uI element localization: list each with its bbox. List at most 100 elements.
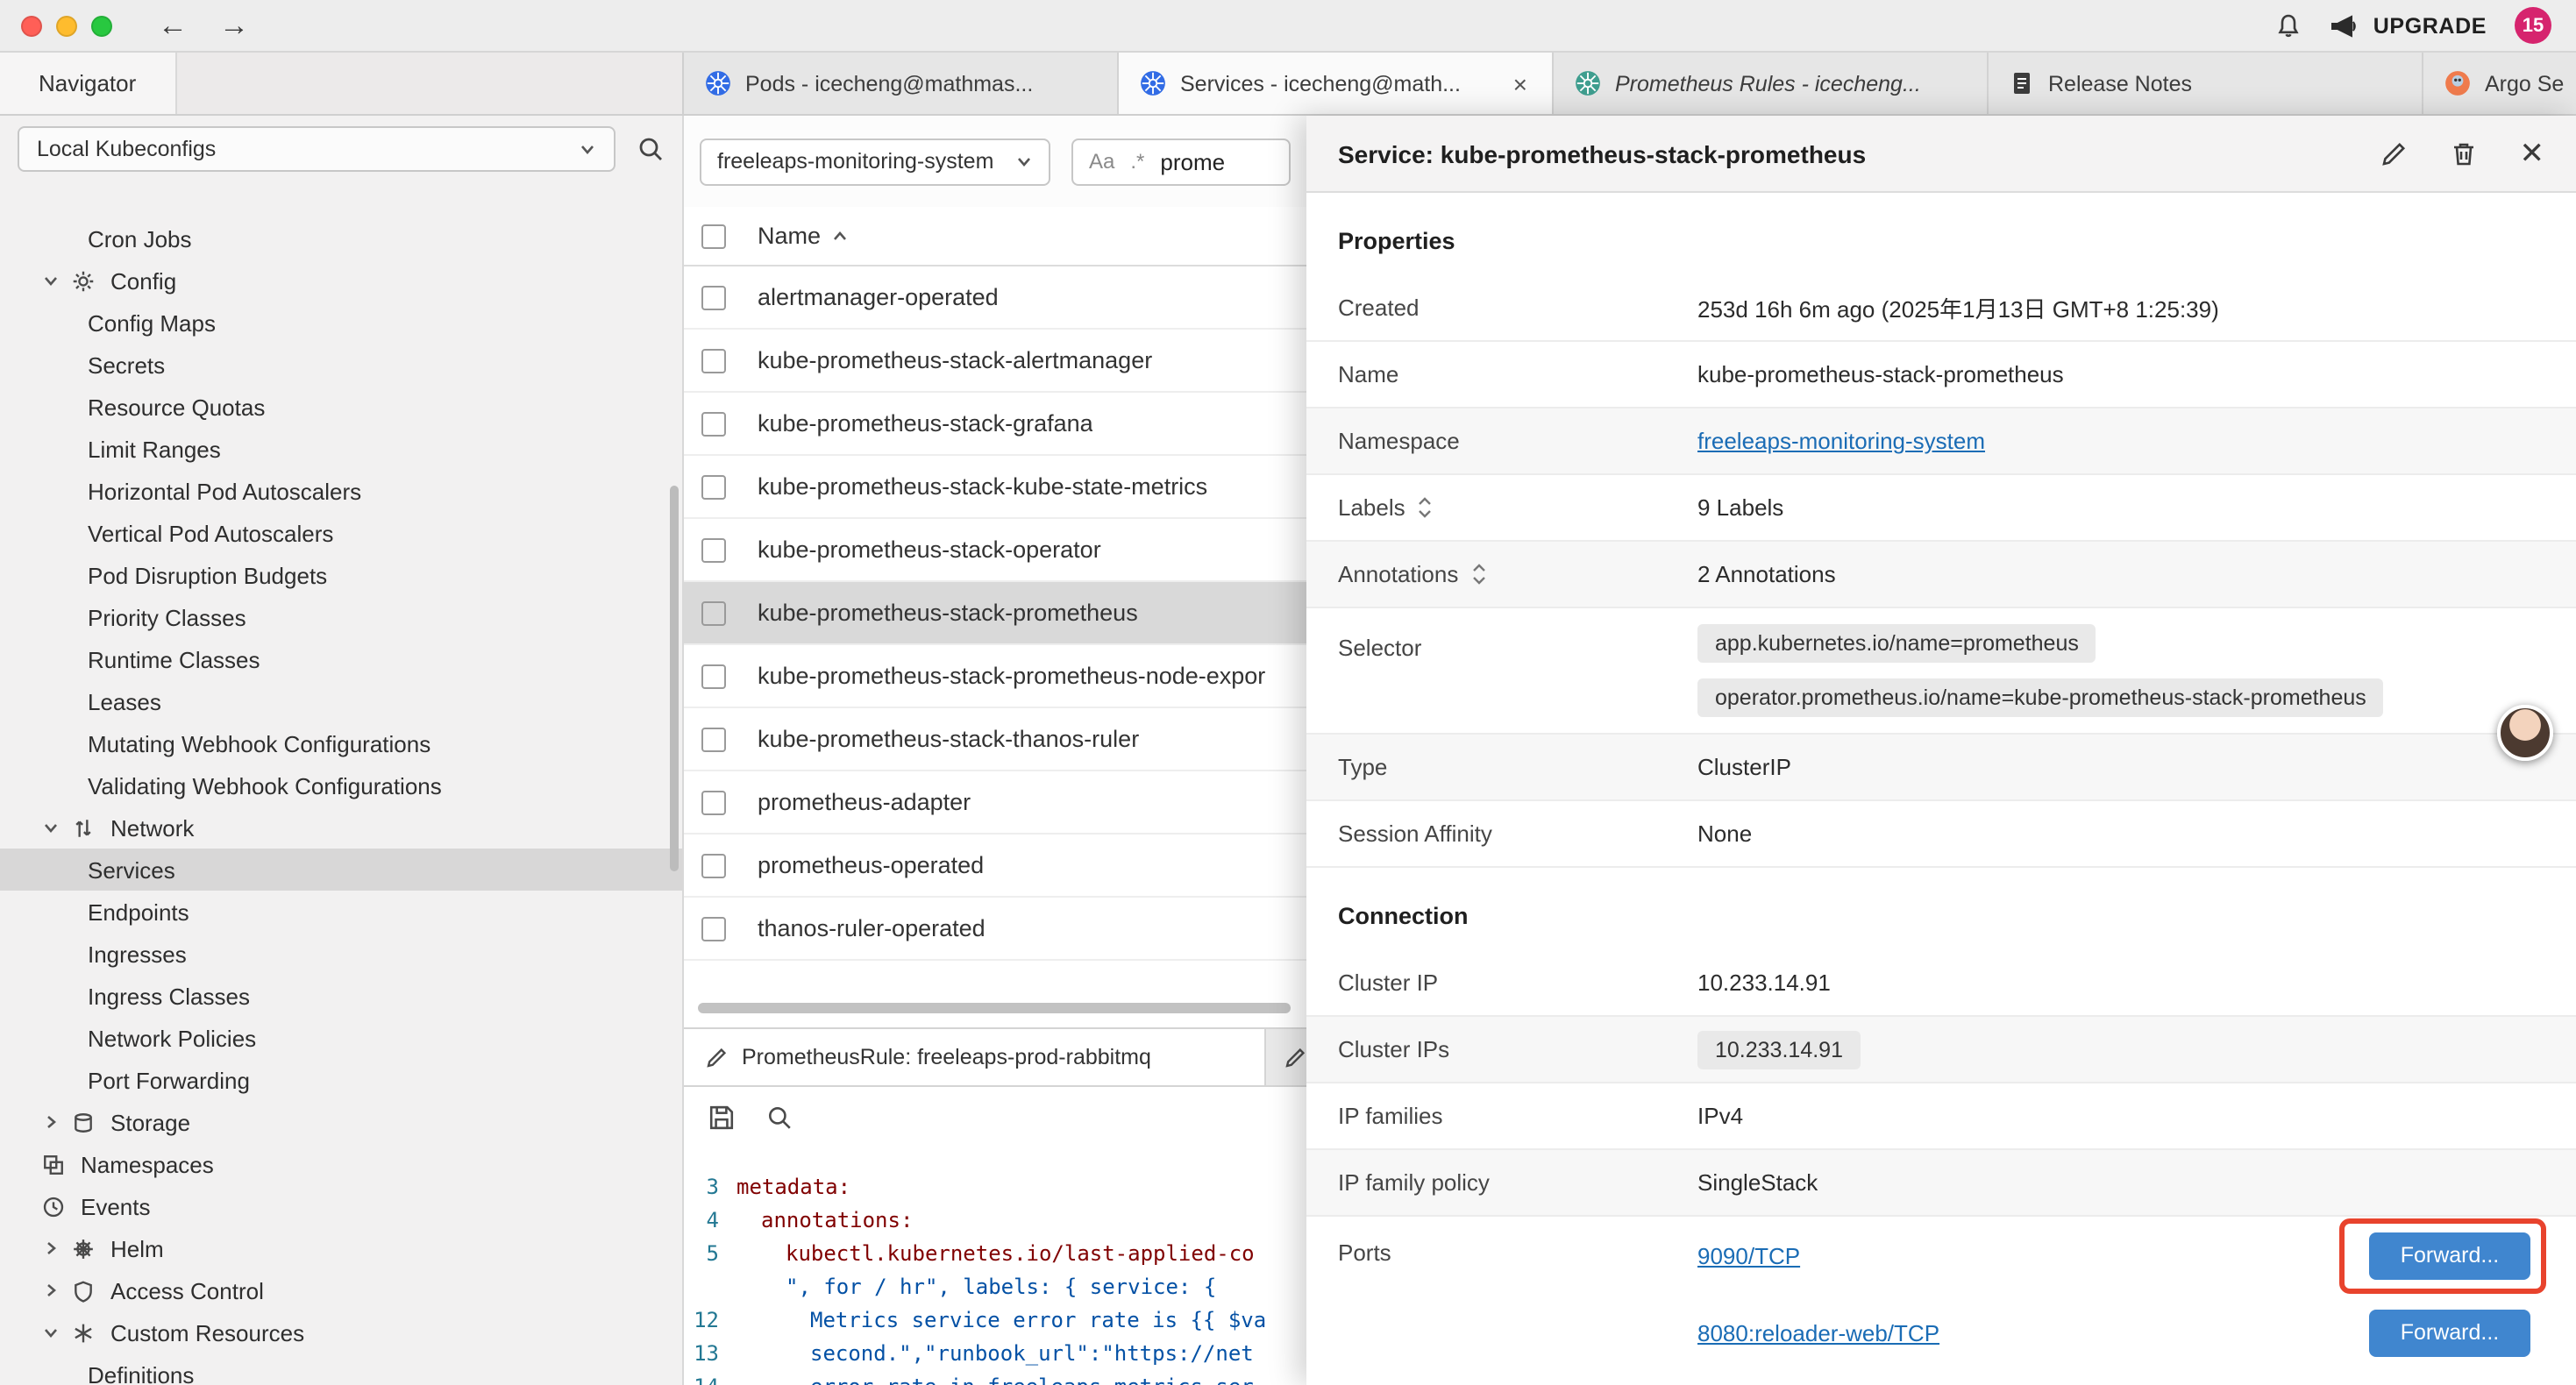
- minimize-window-button[interactable]: [56, 15, 77, 36]
- sidebar-item-access-control[interactable]: Access Control: [0, 1269, 682, 1311]
- search-icon[interactable]: [637, 135, 665, 163]
- checkbox[interactable]: [701, 727, 726, 751]
- tab-argo[interactable]: Argo Se: [2423, 53, 2576, 114]
- chevron-down-icon[interactable]: [42, 1324, 60, 1341]
- table-row[interactable]: kube-prometheus-stack-kube-state-metrics: [684, 456, 1306, 519]
- labels-count[interactable]: 9 Labels: [1697, 494, 1783, 521]
- sidebar-item-secrets[interactable]: Secrets: [0, 344, 682, 386]
- checkbox[interactable]: [701, 474, 726, 499]
- horizontal-scrollbar[interactable]: [698, 1003, 1291, 1013]
- sidebar-item-horizontal-pod-autoscalers[interactable]: Horizontal Pod Autoscalers: [0, 470, 682, 512]
- delete-button[interactable]: [2450, 139, 2478, 167]
- sidebar-item-runtime-classes[interactable]: Runtime Classes: [0, 638, 682, 680]
- checkbox[interactable]: [701, 537, 726, 562]
- sidebar-item-leases[interactable]: Leases: [0, 680, 682, 722]
- chevron-right-icon[interactable]: [42, 1282, 60, 1299]
- service-name: kube-prometheus-stack-prometheus-node-ex…: [758, 663, 1265, 689]
- close-window-button[interactable]: [21, 15, 42, 36]
- table-row[interactable]: prometheus-adapter: [684, 771, 1306, 835]
- line-number: 4: [684, 1204, 737, 1238]
- table-row[interactable]: kube-prometheus-stack-thanos-ruler: [684, 708, 1306, 771]
- sidebar-item-cron-jobs[interactable]: Cron Jobs: [0, 217, 682, 259]
- sidebar-item-vertical-pod-autoscalers[interactable]: Vertical Pod Autoscalers: [0, 512, 682, 554]
- dock-tab-partial[interactable]: [1266, 1029, 1306, 1085]
- sidebar-item-endpoints[interactable]: Endpoints: [0, 891, 682, 933]
- sidebar-item-config[interactable]: Config: [0, 259, 682, 302]
- sidebar-item-port-forwarding[interactable]: Port Forwarding: [0, 1059, 682, 1101]
- table-row[interactable]: kube-prometheus-stack-grafana: [684, 393, 1306, 456]
- regex-toggle[interactable]: .*: [1130, 149, 1144, 174]
- chevron-down-icon[interactable]: [42, 819, 60, 836]
- namespace-link[interactable]: freeleaps-monitoring-system: [1697, 428, 1985, 454]
- forward-icon[interactable]: →: [219, 11, 249, 40]
- close-icon[interactable]: ×: [1510, 69, 1531, 97]
- sidebar-item-limit-ranges[interactable]: Limit Ranges: [0, 428, 682, 470]
- table-row-selected[interactable]: kube-prometheus-stack-prometheus: [684, 582, 1306, 645]
- checkbox[interactable]: [701, 600, 726, 625]
- yaml-editor[interactable]: 3metadata: 4annotations: 5kubectl.kubern…: [684, 1147, 1306, 1385]
- sidebar-item-ingress-classes[interactable]: Ingress Classes: [0, 975, 682, 1017]
- chevron-right-icon[interactable]: [42, 1113, 60, 1131]
- table-row[interactable]: alertmanager-operated: [684, 266, 1306, 330]
- sidebar-item-events[interactable]: Events: [0, 1185, 682, 1227]
- table-row[interactable]: kube-prometheus-stack-alertmanager: [684, 330, 1306, 393]
- sidebar-item-helm[interactable]: Helm: [0, 1227, 682, 1269]
- sidebar-item-network[interactable]: Network: [0, 806, 682, 849]
- table-row[interactable]: prometheus-operated: [684, 835, 1306, 898]
- search-icon[interactable]: [766, 1104, 793, 1130]
- edit-button[interactable]: [2380, 139, 2408, 167]
- sidebar-item-validating-webhook-configurations[interactable]: Validating Webhook Configurations: [0, 764, 682, 806]
- name-column-header[interactable]: Name: [758, 223, 821, 249]
- sidebar-item-storage[interactable]: Storage: [0, 1101, 682, 1143]
- kubeconfig-select[interactable]: Local Kubeconfigs: [18, 126, 616, 172]
- port-link[interactable]: 9090/TCP: [1697, 1242, 1800, 1268]
- sidebar-item-priority-classes[interactable]: Priority Classes: [0, 596, 682, 638]
- table-row[interactable]: kube-prometheus-stack-operator: [684, 519, 1306, 582]
- sidebar-item-services[interactable]: Services: [0, 849, 682, 891]
- close-button[interactable]: ✕: [2520, 138, 2545, 168]
- tab-pods[interactable]: Pods - icecheng@mathmas...: [684, 53, 1119, 114]
- sidebar-item-namespaces[interactable]: Namespaces: [0, 1143, 682, 1185]
- zoom-window-button[interactable]: [91, 15, 112, 36]
- back-icon[interactable]: ←: [158, 11, 188, 40]
- chevron-right-icon[interactable]: [42, 1239, 60, 1257]
- tab-release-notes[interactable]: Release Notes: [1989, 53, 2423, 114]
- save-icon[interactable]: [708, 1104, 735, 1130]
- search-input[interactable]: Aa .* prome: [1071, 138, 1291, 185]
- checkbox[interactable]: [701, 916, 726, 941]
- checkbox[interactable]: [701, 664, 726, 688]
- expand-updown-icon[interactable]: [1470, 563, 1486, 586]
- checkbox[interactable]: [701, 348, 726, 373]
- sidebar-item-pod-disruption-budgets[interactable]: Pod Disruption Budgets: [0, 554, 682, 596]
- table-row[interactable]: kube-prometheus-stack-prometheus-node-ex…: [684, 645, 1306, 708]
- tab-prometheus-rules[interactable]: Prometheus Rules - icecheng...: [1554, 53, 1989, 114]
- forward-button[interactable]: Forward...: [2369, 1232, 2530, 1279]
- user-avatar[interactable]: [2497, 705, 2553, 761]
- sidebar-item-config-maps[interactable]: Config Maps: [0, 302, 682, 344]
- select-all-checkbox[interactable]: [701, 224, 726, 248]
- notification-badge[interactable]: 15: [2515, 7, 2551, 44]
- checkbox[interactable]: [701, 285, 726, 309]
- sidebar-scrollbar[interactable]: [670, 486, 679, 871]
- checkbox[interactable]: [701, 790, 726, 814]
- upgrade-button[interactable]: UPGRADE: [2331, 13, 2487, 38]
- checkbox[interactable]: [701, 411, 726, 436]
- sidebar-item-resource-quotas[interactable]: Resource Quotas: [0, 386, 682, 428]
- sidebar-item-definitions[interactable]: Definitions: [0, 1353, 682, 1385]
- checkbox[interactable]: [701, 853, 726, 877]
- match-case-toggle[interactable]: Aa: [1089, 149, 1114, 174]
- namespace-filter-select[interactable]: freeleaps-monitoring-system: [700, 138, 1050, 185]
- sidebar-item-network-policies[interactable]: Network Policies: [0, 1017, 682, 1059]
- sidebar-item-mutating-webhook-configurations[interactable]: Mutating Webhook Configurations: [0, 722, 682, 764]
- sidebar-item-custom-resources[interactable]: Custom Resources: [0, 1311, 682, 1353]
- port-link[interactable]: 8080:reloader-web/TCP: [1697, 1319, 1939, 1346]
- bell-icon[interactable]: [2275, 11, 2303, 39]
- table-row[interactable]: thanos-ruler-operated: [684, 898, 1306, 961]
- forward-button[interactable]: Forward...: [2369, 1309, 2530, 1356]
- expand-updown-icon[interactable]: [1418, 496, 1434, 519]
- sidebar-item-ingresses[interactable]: Ingresses: [0, 933, 682, 975]
- annotations-count[interactable]: 2 Annotations: [1697, 561, 1836, 587]
- dock-tab-prometheusrule[interactable]: PrometheusRule: freeleaps-prod-rabbitmq: [684, 1029, 1266, 1085]
- tab-services[interactable]: Services - icecheng@math... ×: [1119, 53, 1554, 114]
- chevron-down-icon[interactable]: [42, 272, 60, 289]
